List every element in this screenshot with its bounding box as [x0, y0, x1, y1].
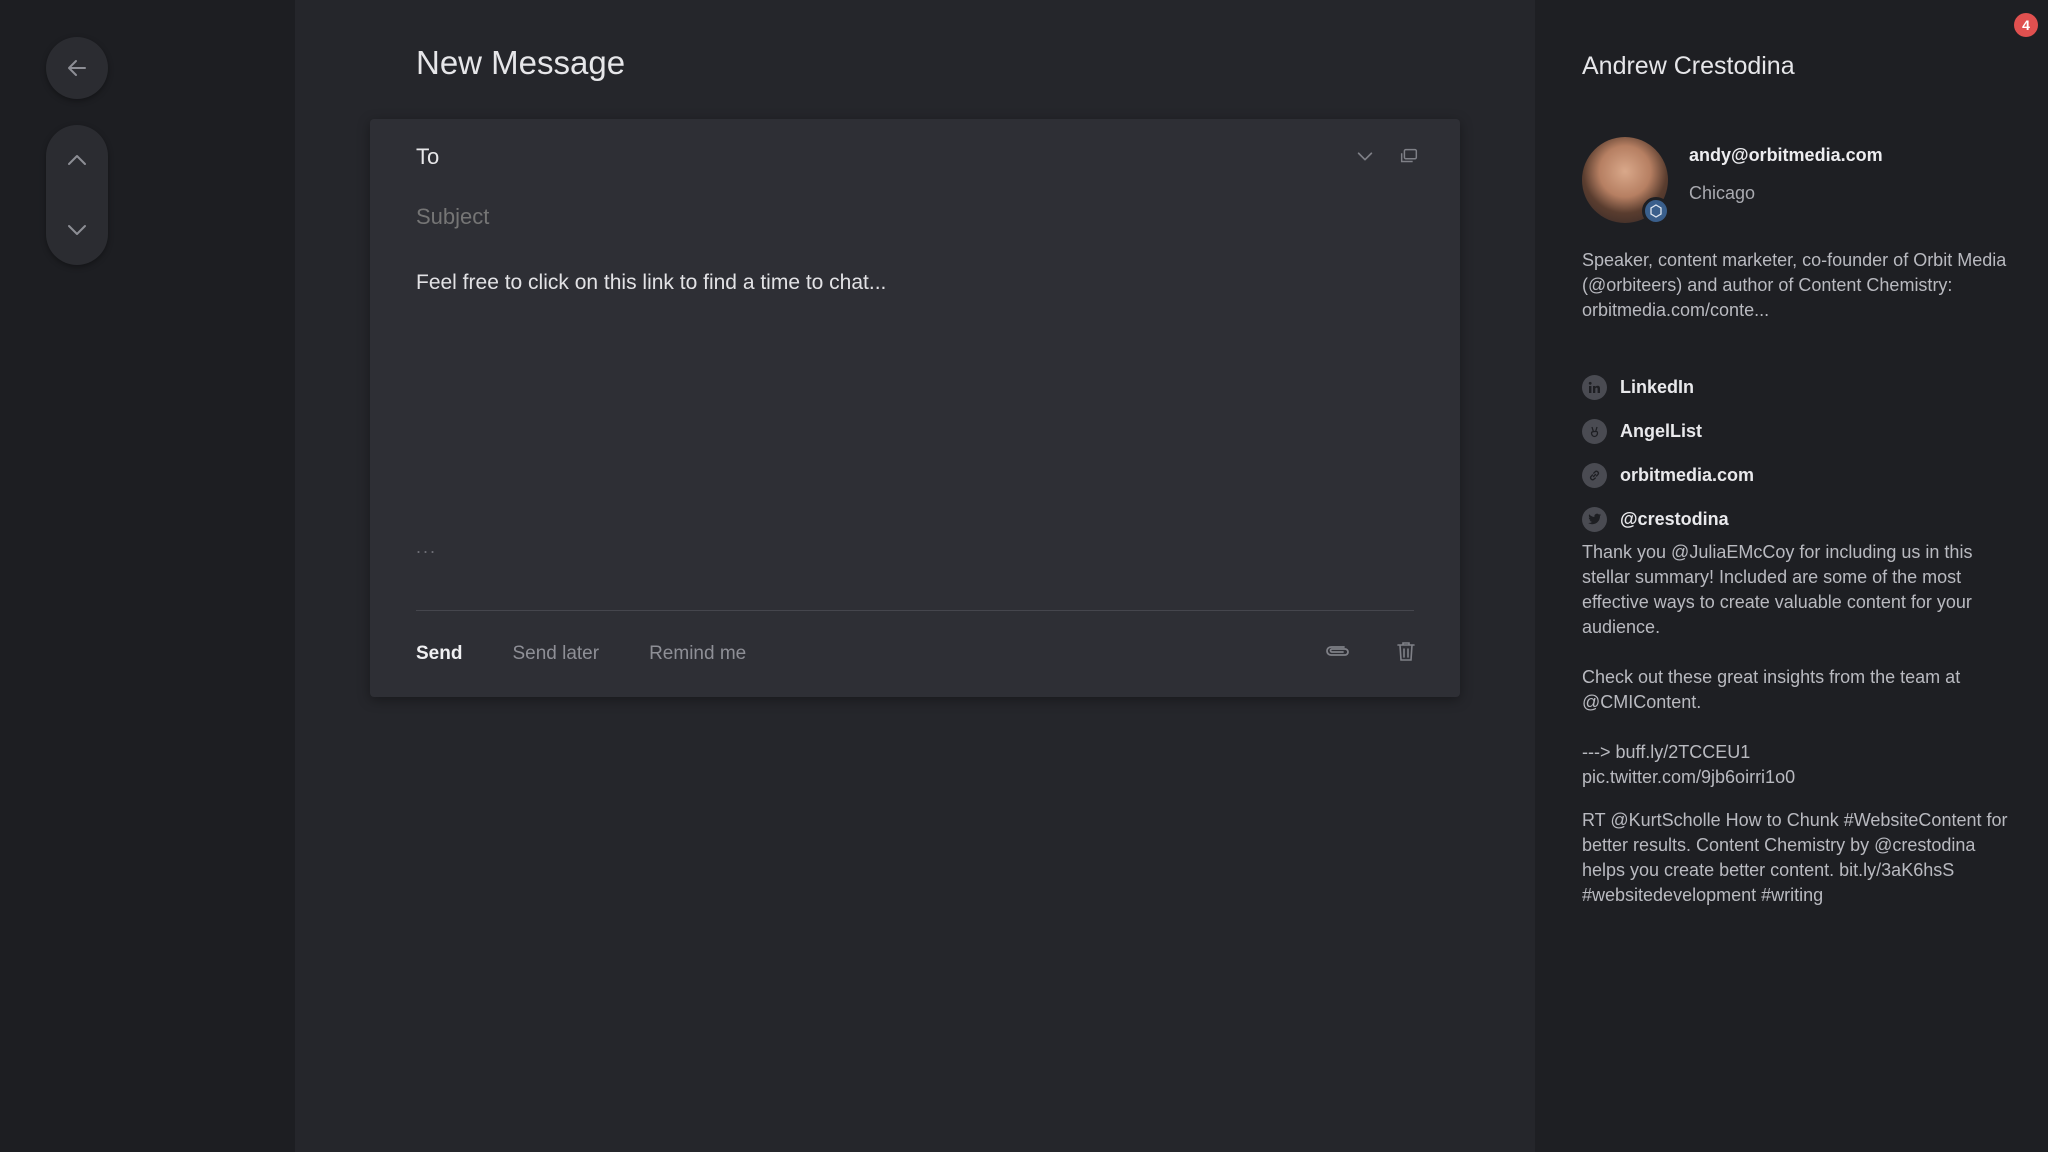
- recent-tweets: Thank you @JuliaEMcCoy for including us …: [1582, 540, 2022, 926]
- contact-name: Andrew Crestodina: [1582, 52, 1795, 80]
- link-label: orbitmedia.com: [1620, 464, 1755, 485]
- avatar: [1582, 137, 1670, 225]
- link-twitter[interactable]: @crestodina: [1582, 497, 1754, 541]
- subject-input[interactable]: [416, 204, 1116, 230]
- contact-location: Chicago: [1689, 183, 1756, 203]
- next-message-button[interactable]: [46, 195, 108, 265]
- angellist-icon: [1582, 418, 1607, 444]
- notification-badge[interactable]: 4: [2014, 13, 2038, 37]
- contact-links: LinkedIn AngelList orbitmedia.com @crest…: [1582, 365, 1754, 541]
- link-icon: [1582, 462, 1607, 488]
- remind-me-button[interactable]: Remind me: [649, 643, 746, 665]
- main-panel: New Message To Feel free to click on thi…: [295, 0, 1535, 1152]
- previous-message-button[interactable]: [46, 125, 108, 195]
- page-title: New Message: [416, 44, 626, 81]
- chevron-up-icon: [65, 148, 89, 172]
- tweet: Thank you @JuliaEMcCoy for including us …: [1582, 542, 1973, 787]
- send-button[interactable]: Send: [416, 643, 462, 665]
- twitter-icon: [1582, 506, 1607, 532]
- trash-icon[interactable]: [1396, 640, 1416, 662]
- contact-bio: Speaker, content marketer, co-founder of…: [1582, 250, 2007, 320]
- link-angellist[interactable]: AngelList: [1582, 409, 1754, 453]
- back-button[interactable]: [46, 37, 108, 99]
- message-composer: To Feel free to click on this link to fi…: [370, 119, 1460, 697]
- chevron-down-icon: [65, 218, 89, 242]
- composer-actions: Send Send later Remind me: [416, 643, 746, 665]
- link-label: LinkedIn: [1620, 376, 1695, 397]
- attachment-icon[interactable]: [1322, 640, 1352, 662]
- arrow-left-icon: [65, 56, 89, 80]
- linkedin-icon: [1582, 374, 1607, 400]
- contact-email[interactable]: andy@orbitmedia.com: [1689, 145, 1883, 166]
- to-label: To: [416, 144, 440, 169]
- message-body[interactable]: Feel free to click on this link to find …: [416, 271, 886, 295]
- divider: [416, 610, 1414, 611]
- tweet: RT @KurtScholle How to Chunk #WebsiteCon…: [1582, 810, 2008, 905]
- link-linkedin[interactable]: LinkedIn: [1582, 365, 1754, 409]
- to-field[interactable]: To: [416, 137, 1420, 177]
- expand-recipients-icon[interactable]: [1354, 145, 1376, 167]
- show-trimmed-content-button[interactable]: ...: [416, 537, 437, 558]
- verified-icon: [1642, 197, 1670, 225]
- send-later-button[interactable]: Send later: [512, 643, 599, 665]
- popout-icon[interactable]: [1398, 145, 1420, 167]
- link-label: @crestodina: [1620, 508, 1729, 529]
- link-website[interactable]: orbitmedia.com: [1582, 453, 1754, 497]
- message-nav: [46, 125, 108, 265]
- contact-sidebar: 4 Andrew Crestodina andy@orbitmedia.com …: [1535, 0, 2048, 1152]
- link-label: AngelList: [1620, 420, 1703, 441]
- left-rail: [0, 0, 295, 1152]
